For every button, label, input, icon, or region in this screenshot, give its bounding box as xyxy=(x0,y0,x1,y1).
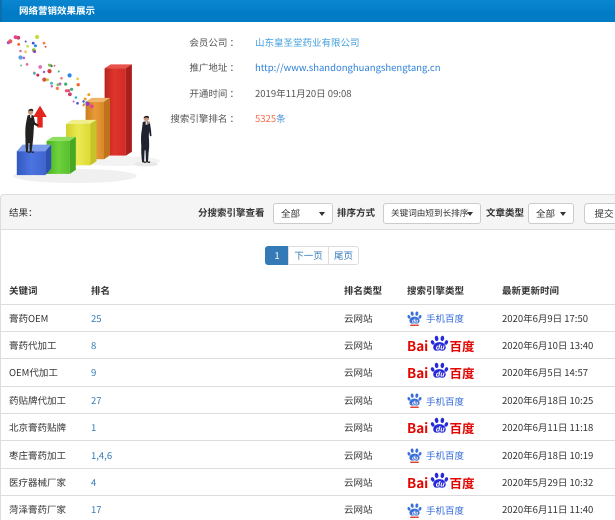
svg-text:du: du xyxy=(412,317,419,324)
svg-text:du: du xyxy=(412,509,419,516)
svg-text:du: du xyxy=(435,343,444,353)
svg-text:百度: 百度 xyxy=(450,418,476,437)
svg-text:Bai: Bai xyxy=(407,472,428,492)
svg-text:Bai: Bai xyxy=(407,417,428,437)
svg-text:du: du xyxy=(435,370,444,380)
svg-text:du: du xyxy=(412,400,419,407)
svg-text:百度: 百度 xyxy=(450,336,476,355)
svg-text:Bai: Bai xyxy=(407,363,428,383)
svg-text:Bai: Bai xyxy=(407,335,428,355)
svg-text:du: du xyxy=(435,425,444,435)
svg-text:百度: 百度 xyxy=(450,364,476,383)
svg-text:du: du xyxy=(435,479,444,489)
svg-text:百度: 百度 xyxy=(450,473,476,492)
svg-text:du: du xyxy=(412,454,419,461)
